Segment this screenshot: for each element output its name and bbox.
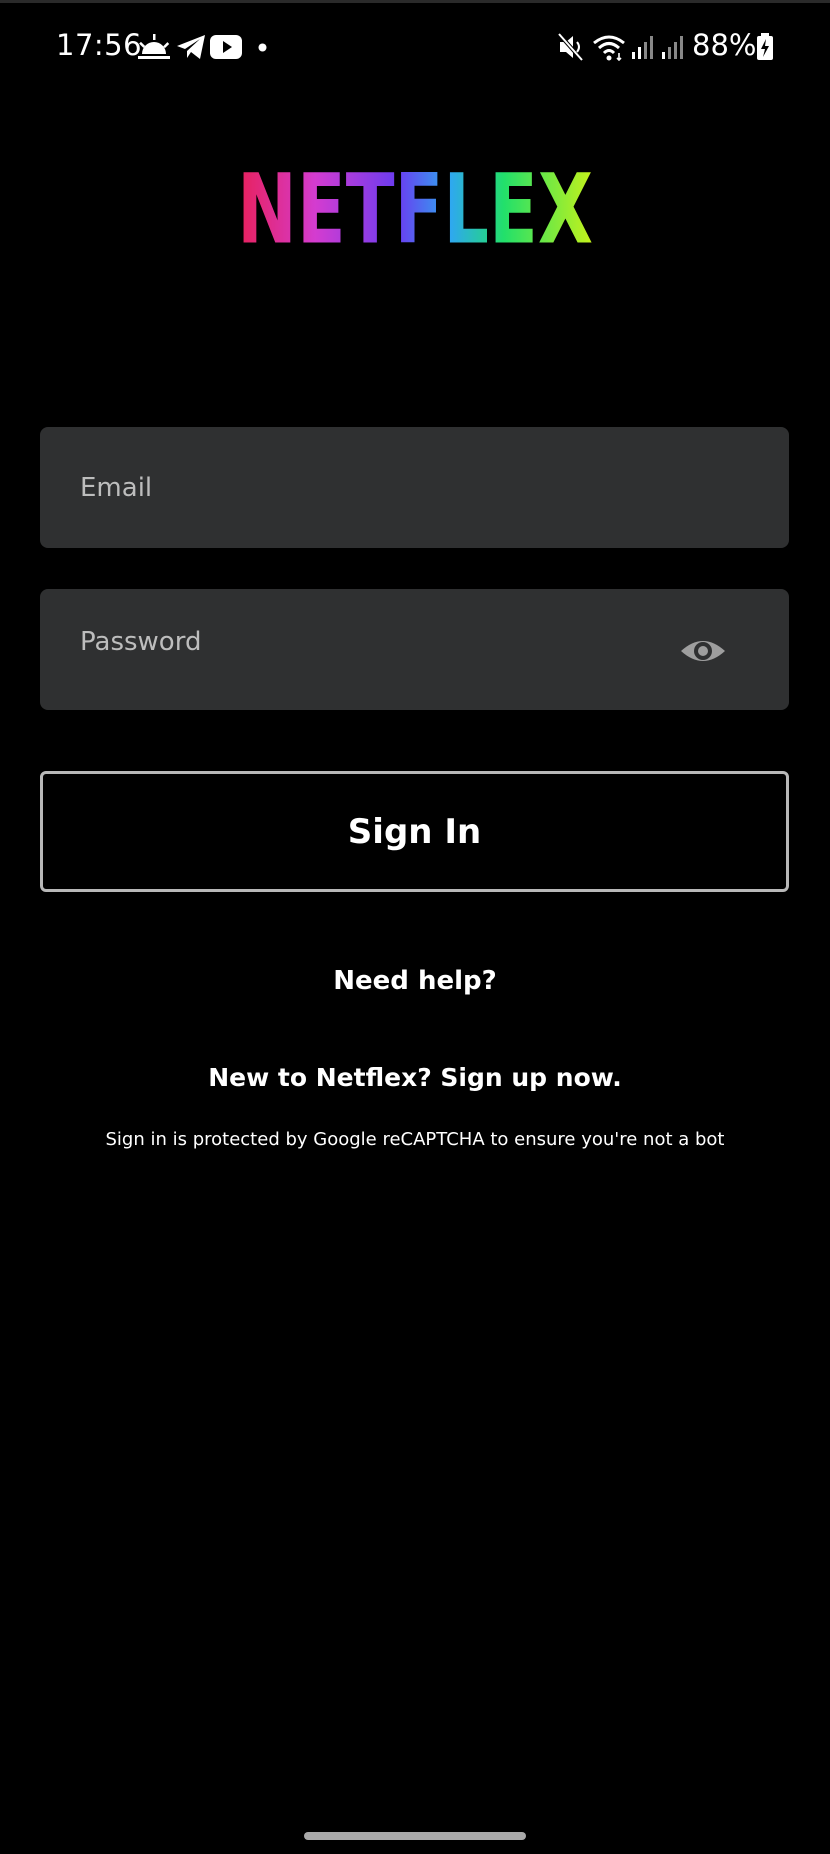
netflex-logo: NETFLEX	[230, 150, 600, 260]
status-bar: 17:56 88%	[0, 0, 830, 96]
logo-text: NETFLEX	[237, 153, 593, 260]
need-help-link[interactable]: Need help?	[0, 966, 830, 996]
telegram-icon	[177, 35, 205, 59]
signal-icon	[632, 36, 653, 59]
home-indicator[interactable]	[304, 1832, 526, 1840]
weather-sunrise-icon	[138, 34, 170, 59]
email-field[interactable]	[80, 427, 640, 548]
battery-percentage: 88%	[692, 28, 757, 62]
youtube-icon	[210, 35, 242, 59]
recaptcha-notice: Sign in is protected by Google reCAPTCHA…	[105, 1129, 725, 1150]
sign-in-label: Sign In	[347, 811, 482, 852]
signup-link[interactable]: New to Netflex? Sign up now.	[0, 1063, 830, 1092]
mute-icon	[558, 33, 584, 61]
notification-dot-icon	[258, 43, 267, 52]
wifi-icon	[593, 35, 625, 61]
status-time: 17:56	[56, 28, 143, 62]
password-field[interactable]	[80, 581, 640, 702]
battery-charging-icon	[757, 33, 773, 60]
eye-icon[interactable]	[679, 627, 727, 675]
password-field-container	[40, 581, 789, 710]
signal-2-icon	[662, 36, 683, 59]
email-field-container	[40, 427, 789, 548]
sign-in-button[interactable]: Sign In	[40, 771, 789, 892]
